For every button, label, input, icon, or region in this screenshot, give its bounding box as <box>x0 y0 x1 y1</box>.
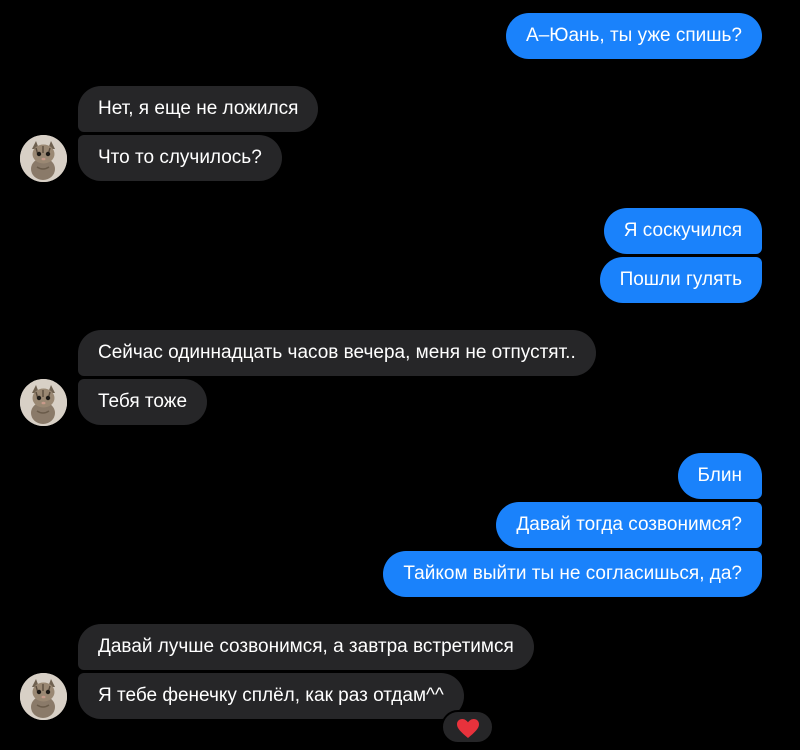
incoming-message[interactable]: Нет, я еще не ложился <box>78 86 319 132</box>
outgoing-message[interactable]: А–Юань, ты уже спишь? <box>506 13 762 59</box>
incoming-message[interactable]: Я тебе фенечку сплёл, как раз отдам^^ <box>78 673 464 719</box>
incoming-message[interactable]: Сейчас одиннадцать часов вечера, меня не… <box>78 330 596 376</box>
contact-avatar[interactable] <box>20 135 67 182</box>
cat-avatar-icon <box>20 135 67 182</box>
outgoing-message[interactable]: Блин <box>677 453 762 499</box>
cat-avatar-icon <box>20 673 67 720</box>
cat-avatar-icon <box>20 379 67 426</box>
outgoing-message[interactable]: Давай тогда созвонимся? <box>496 502 762 548</box>
message-reaction[interactable] <box>441 710 494 744</box>
incoming-message[interactable]: Давай лучше созвонимся, а завтра встрети… <box>78 624 534 670</box>
outgoing-message[interactable]: Тайком выйти ты не согласишься, да? <box>383 551 762 597</box>
outgoing-message[interactable]: Пошли гулять <box>599 257 762 303</box>
heart-icon <box>456 719 479 738</box>
outgoing-message[interactable]: Я соскучился <box>603 208 762 254</box>
contact-avatar[interactable] <box>20 379 67 426</box>
incoming-message[interactable]: Тебя тоже <box>78 379 208 425</box>
contact-avatar[interactable] <box>20 673 67 720</box>
incoming-message[interactable]: Что то случилось? <box>78 135 282 181</box>
